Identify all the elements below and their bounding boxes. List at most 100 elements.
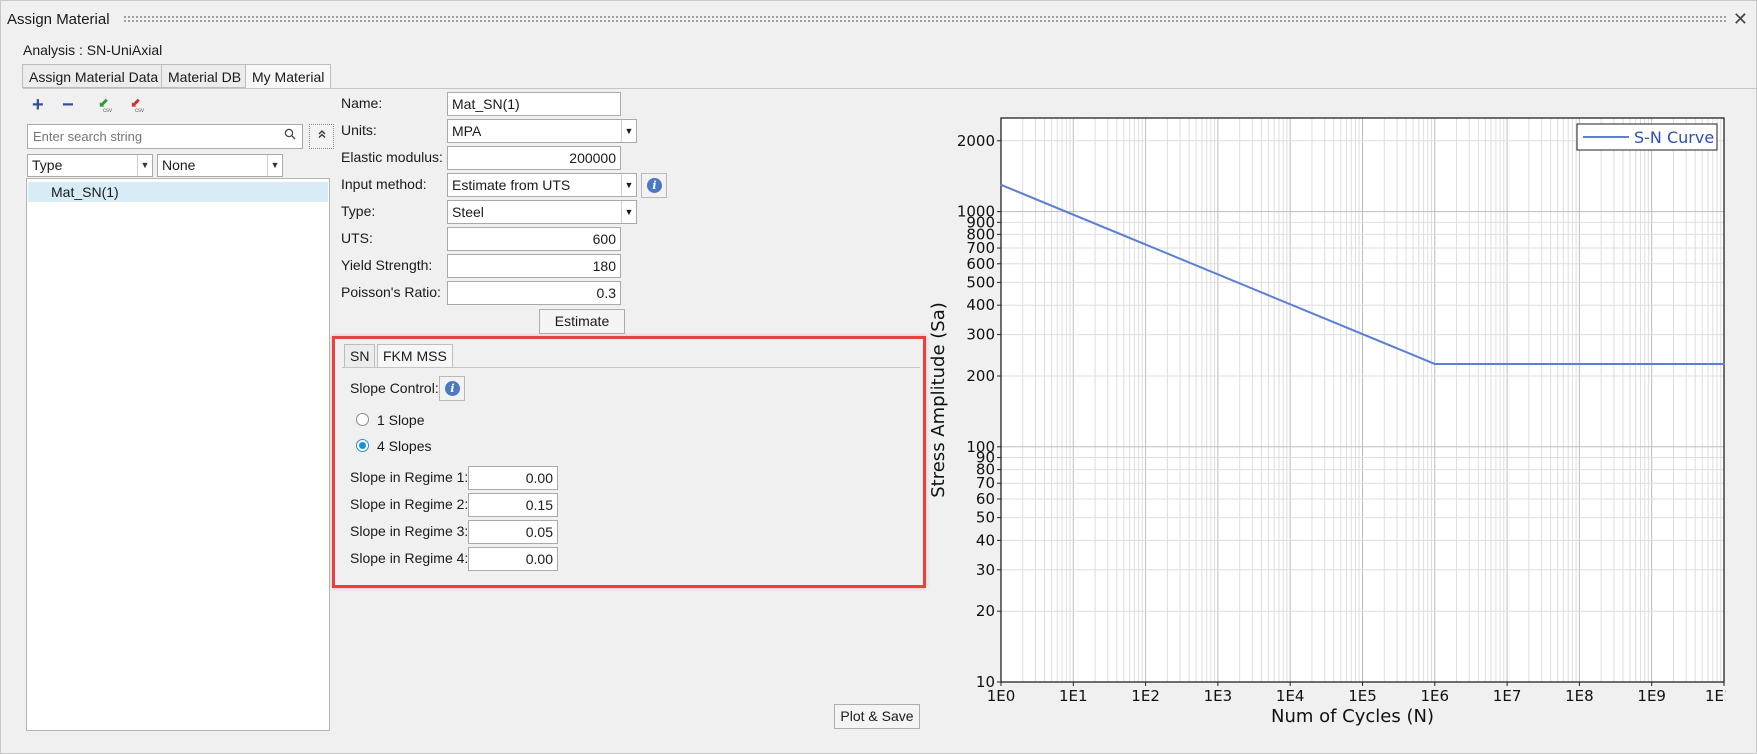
units-label: Units: bbox=[341, 122, 377, 138]
estimate-button[interactable]: Estimate bbox=[539, 309, 625, 334]
y-tick-label: 100 bbox=[966, 438, 995, 456]
y-tick-label: 1000 bbox=[957, 203, 995, 221]
series-point bbox=[1433, 362, 1436, 365]
tab-my-material[interactable]: My Material bbox=[245, 64, 332, 89]
close-icon[interactable]: ✕ bbox=[1733, 9, 1748, 30]
slope-regime-3-label: Slope in Regime 3: bbox=[350, 523, 469, 539]
chevron-down-icon: ▼ bbox=[621, 201, 636, 223]
elastic-modulus-field[interactable]: 200000 bbox=[447, 146, 621, 170]
radio-1-slope-label[interactable]: 1 Slope bbox=[377, 412, 424, 428]
slope-regime-3-field[interactable]: 0.05 bbox=[468, 520, 558, 544]
import-csv-icon[interactable]: ⬋ csv bbox=[96, 96, 114, 115]
y-axis-label: Stress Amplitude (Sa) bbox=[928, 302, 949, 498]
x-tick-label: 1E10 bbox=[1705, 687, 1726, 705]
type-label: Type: bbox=[341, 203, 376, 219]
window-title: Assign Material bbox=[7, 11, 110, 28]
slope-regime-2-field[interactable]: 0.15 bbox=[468, 493, 558, 517]
title-bar[interactable]: Assign Material ✕ bbox=[1, 1, 1756, 39]
slope-control-info-button[interactable]: i bbox=[439, 376, 465, 401]
input-method-label: Input method: bbox=[341, 176, 427, 192]
y-tick-label: 400 bbox=[966, 296, 995, 314]
slope-regime-2-label: Slope in Regime 2: bbox=[350, 496, 469, 512]
units-value: MPA bbox=[452, 123, 482, 139]
slope-regime-1-label: Slope in Regime 1: bbox=[350, 469, 469, 485]
uts-field[interactable]: 600 bbox=[447, 227, 621, 251]
search-box bbox=[27, 124, 303, 149]
subtab-divider bbox=[342, 367, 920, 368]
subtab-sn[interactable]: SN bbox=[344, 344, 376, 368]
csv-label: csv bbox=[103, 108, 112, 114]
chevron-up-double-icon bbox=[318, 130, 325, 138]
slope-regime-4-label: Slope in Regime 4: bbox=[350, 550, 469, 566]
subtab-fkm-mss[interactable]: FKM MSS bbox=[377, 344, 453, 368]
type-filter-select[interactable]: Type ▼ bbox=[27, 154, 153, 177]
series-point bbox=[1723, 362, 1725, 365]
y-tick-label: 10 bbox=[976, 673, 995, 691]
drag-handle[interactable] bbox=[123, 15, 1728, 23]
name-field[interactable]: Mat_SN(1) bbox=[447, 92, 621, 116]
none-filter-value: None bbox=[162, 157, 196, 173]
x-tick-label: 1E5 bbox=[1348, 687, 1377, 705]
material-list: Mat_SN(1) bbox=[26, 178, 330, 731]
input-method-info-button[interactable]: i bbox=[641, 173, 667, 198]
series-point bbox=[1000, 183, 1002, 186]
yield-strength-label: Yield Strength: bbox=[341, 257, 433, 273]
add-icon[interactable]: + bbox=[32, 95, 44, 115]
chevron-down-icon: ▼ bbox=[621, 174, 636, 196]
info-icon: i bbox=[445, 381, 460, 396]
collapse-button[interactable] bbox=[309, 124, 334, 149]
poissons-ratio-field[interactable]: 0.3 bbox=[447, 281, 621, 305]
assign-material-window: Assign Material ✕ Analysis : SN-UniAxial… bbox=[0, 0, 1757, 754]
search-icon[interactable] bbox=[284, 128, 296, 140]
tab-divider bbox=[23, 88, 1756, 89]
analysis-label: Analysis : SN-UniAxial bbox=[23, 42, 163, 58]
search-input[interactable] bbox=[31, 126, 271, 147]
x-tick-label: 1E4 bbox=[1276, 687, 1305, 705]
tab-material-db[interactable]: Material DB bbox=[161, 64, 249, 88]
y-tick-label: 600 bbox=[966, 255, 995, 273]
plot-save-button[interactable]: Plot & Save bbox=[834, 704, 920, 729]
poissons-ratio-label: Poisson's Ratio: bbox=[341, 284, 441, 300]
info-icon: i bbox=[647, 178, 662, 193]
radio-4-slopes[interactable] bbox=[356, 439, 369, 452]
y-tick-label: 500 bbox=[966, 273, 995, 291]
x-tick-label: 1E1 bbox=[1059, 687, 1088, 705]
type-value: Steel bbox=[452, 204, 484, 220]
input-method-value: Estimate from UTS bbox=[452, 177, 571, 193]
none-filter-select[interactable]: None ▼ bbox=[157, 154, 283, 177]
export-csv-icon[interactable]: ⬋ csv bbox=[128, 96, 146, 115]
type-filter-value: Type bbox=[32, 157, 63, 173]
slope-control-label: Slope Control: bbox=[350, 380, 439, 396]
input-method-select[interactable]: Estimate from UTS ▼ bbox=[447, 173, 637, 197]
slope-regime-1-field[interactable]: 0.00 bbox=[468, 466, 558, 490]
y-tick-label: 200 bbox=[966, 367, 995, 385]
name-label: Name: bbox=[341, 95, 383, 111]
elastic-modulus-label: Elastic modulus: bbox=[341, 149, 443, 165]
yield-strength-field[interactable]: 180 bbox=[447, 254, 621, 278]
chevron-down-icon: ▼ bbox=[137, 155, 152, 176]
radio-1-slope[interactable] bbox=[356, 413, 369, 426]
x-tick-label: 1E6 bbox=[1421, 687, 1450, 705]
x-tick-label: 1E2 bbox=[1131, 687, 1160, 705]
y-tick-label: 30 bbox=[976, 561, 995, 579]
x-axis-label: Num of Cycles (N) bbox=[1271, 706, 1434, 727]
x-tick-label: 1E7 bbox=[1493, 687, 1522, 705]
type-select[interactable]: Steel ▼ bbox=[447, 200, 637, 224]
x-tick-label: 1E8 bbox=[1565, 687, 1594, 705]
tab-assign-material-data[interactable]: Assign Material Data bbox=[22, 64, 166, 88]
csv-label: csv bbox=[135, 108, 144, 114]
x-tick-label: 1E3 bbox=[1204, 687, 1233, 705]
remove-icon[interactable]: − bbox=[62, 95, 74, 115]
y-tick-label: 60 bbox=[976, 490, 995, 508]
sn-chart: 1E01E11E21E31E41E51E61E71E81E91E10102030… bbox=[928, 117, 1726, 727]
slope-regime-4-field[interactable]: 0.00 bbox=[468, 547, 558, 571]
chevron-down-icon: ▼ bbox=[621, 120, 636, 142]
y-tick-label: 300 bbox=[966, 326, 995, 344]
y-tick-label: 2000 bbox=[957, 132, 995, 150]
chevron-down-icon: ▼ bbox=[267, 155, 282, 176]
y-tick-label: 40 bbox=[976, 531, 995, 549]
units-select[interactable]: MPA ▼ bbox=[447, 119, 637, 143]
radio-4-slopes-label[interactable]: 4 Slopes bbox=[377, 438, 431, 454]
list-item[interactable]: Mat_SN(1) bbox=[28, 182, 328, 202]
legend-label: S-N Curve bbox=[1634, 128, 1714, 147]
